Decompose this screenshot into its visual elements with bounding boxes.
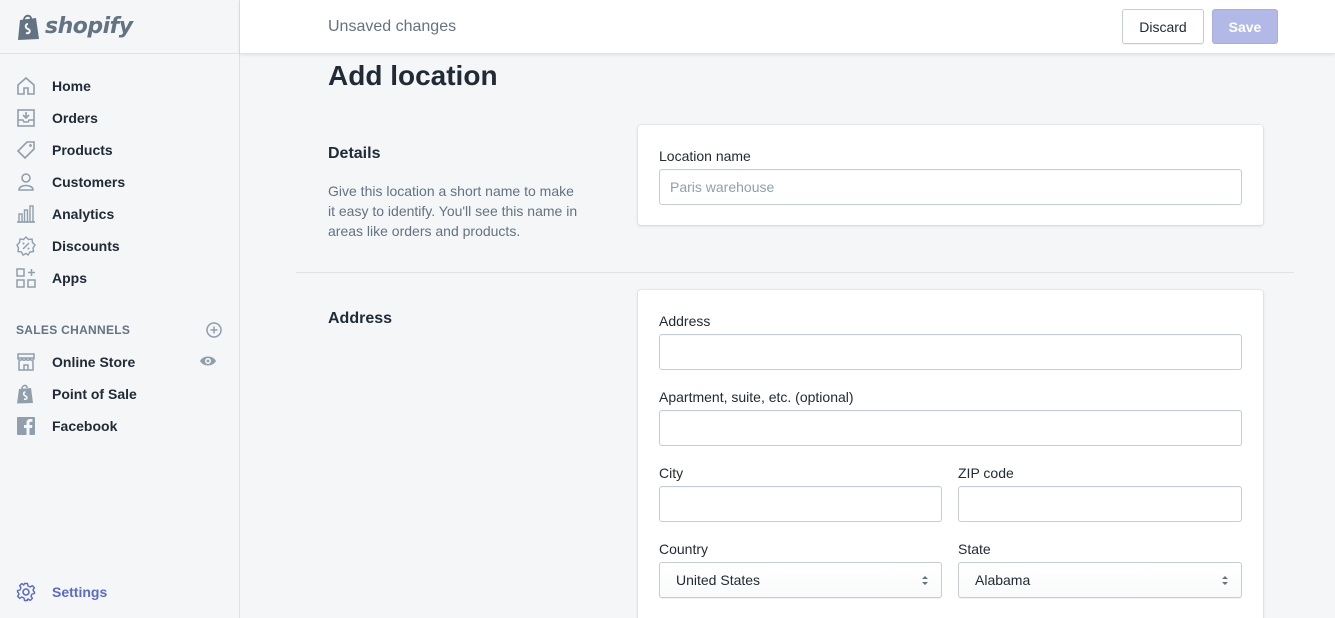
zip-label: ZIP code — [958, 465, 1014, 481]
sidebar-item-products[interactable]: Products — [0, 134, 239, 166]
bar-chart-icon — [16, 204, 36, 224]
apartment-label: Apartment, suite, etc. (optional) — [659, 389, 854, 405]
address-label: Address — [659, 313, 711, 329]
sidebar-item-home[interactable]: Home — [0, 70, 239, 102]
settings-nav: Settings — [0, 576, 239, 608]
sidebar-item-facebook[interactable]: Facebook — [0, 410, 239, 442]
address-section-title: Address — [328, 310, 393, 327]
sidebar-item-label: Home — [52, 78, 91, 94]
home-icon — [16, 76, 36, 96]
sidebar-item-online-store[interactable]: Online Store — [0, 346, 239, 378]
sidebar-item-point-of-sale[interactable]: Point of Sale — [0, 378, 239, 410]
discard-button[interactable]: Discard — [1122, 9, 1204, 44]
sidebar-item-customers[interactable]: Customers — [0, 166, 239, 198]
orders-icon — [16, 108, 36, 128]
city-input[interactable] — [659, 486, 942, 522]
apartment-input[interactable] — [659, 410, 1242, 446]
sales-channels-list: Online Store Point of Sale Facebook — [0, 346, 239, 442]
sidebar-item-label: Discounts — [52, 238, 120, 254]
sidebar-item-label: Point of Sale — [52, 386, 137, 402]
unsaved-status: Unsaved changes — [328, 18, 457, 35]
sidebar: shopify Home Orders Products Customers A… — [0, 0, 240, 618]
section-divider — [296, 272, 1294, 273]
sidebar-item-label: Online Store — [52, 354, 136, 370]
address-card: Address Apartment, suite, etc. (optional… — [638, 290, 1263, 618]
tag-icon — [16, 140, 36, 160]
sidebar-item-analytics[interactable]: Analytics — [0, 198, 239, 230]
eye-icon[interactable] — [199, 352, 217, 370]
add-channel-icon[interactable] — [206, 322, 222, 338]
select-arrows-icon — [922, 576, 928, 585]
save-button[interactable]: Save — [1212, 9, 1278, 44]
state-label: State — [958, 541, 991, 557]
address-input[interactable] — [659, 334, 1242, 370]
sidebar-item-orders[interactable]: Orders — [0, 102, 239, 134]
page-title: Add location — [328, 60, 498, 91]
country-value: United States — [676, 572, 761, 588]
sales-channels-header: SALES CHANNELS — [16, 320, 222, 340]
facebook-icon — [16, 416, 36, 436]
gear-icon — [16, 582, 36, 602]
sidebar-item-label: Customers — [52, 174, 126, 190]
store-icon — [16, 352, 36, 372]
apps-icon — [16, 268, 36, 288]
country-label: Country — [659, 541, 709, 557]
sidebar-item-label: Facebook — [52, 418, 118, 434]
state-select[interactable]: Alabama — [958, 562, 1242, 598]
city-label: City — [659, 465, 684, 481]
sidebar-item-label: Orders — [52, 110, 98, 126]
sidebar-item-label: Products — [52, 142, 113, 158]
logo[interactable]: shopify — [0, 0, 239, 54]
details-card: Location name Paris warehouse — [638, 125, 1263, 225]
sidebar-item-apps[interactable]: Apps — [0, 262, 239, 294]
location-name-input[interactable]: Paris warehouse — [659, 169, 1242, 205]
shopify-bag-icon — [16, 384, 36, 404]
discount-icon — [16, 236, 36, 256]
location-name-label: Location name — [659, 148, 751, 164]
sidebar-item-label: Analytics — [52, 206, 115, 222]
sidebar-item-discounts[interactable]: Discounts — [0, 230, 239, 262]
contextual-save-bar: Unsaved changes Discard Save — [240, 0, 1335, 54]
location-name-placeholder: Paris warehouse — [670, 179, 775, 195]
country-select[interactable]: United States — [659, 562, 942, 598]
state-value: Alabama — [975, 572, 1031, 588]
select-arrows-icon — [1222, 576, 1228, 585]
person-icon — [16, 172, 36, 192]
sidebar-item-settings[interactable]: Settings — [0, 576, 239, 608]
shopify-bag-icon — [18, 14, 39, 40]
main-nav: Home Orders Products Customers Analytics — [0, 70, 239, 294]
sales-channels-title: SALES CHANNELS — [16, 323, 131, 337]
sidebar-item-label: Apps — [52, 270, 87, 286]
zip-input[interactable] — [958, 486, 1242, 522]
details-description: Give this location a short name to make … — [328, 183, 578, 239]
brand-name: shopify — [45, 14, 133, 39]
details-section-title: Details — [328, 145, 381, 162]
sidebar-item-label: Settings — [52, 584, 108, 600]
